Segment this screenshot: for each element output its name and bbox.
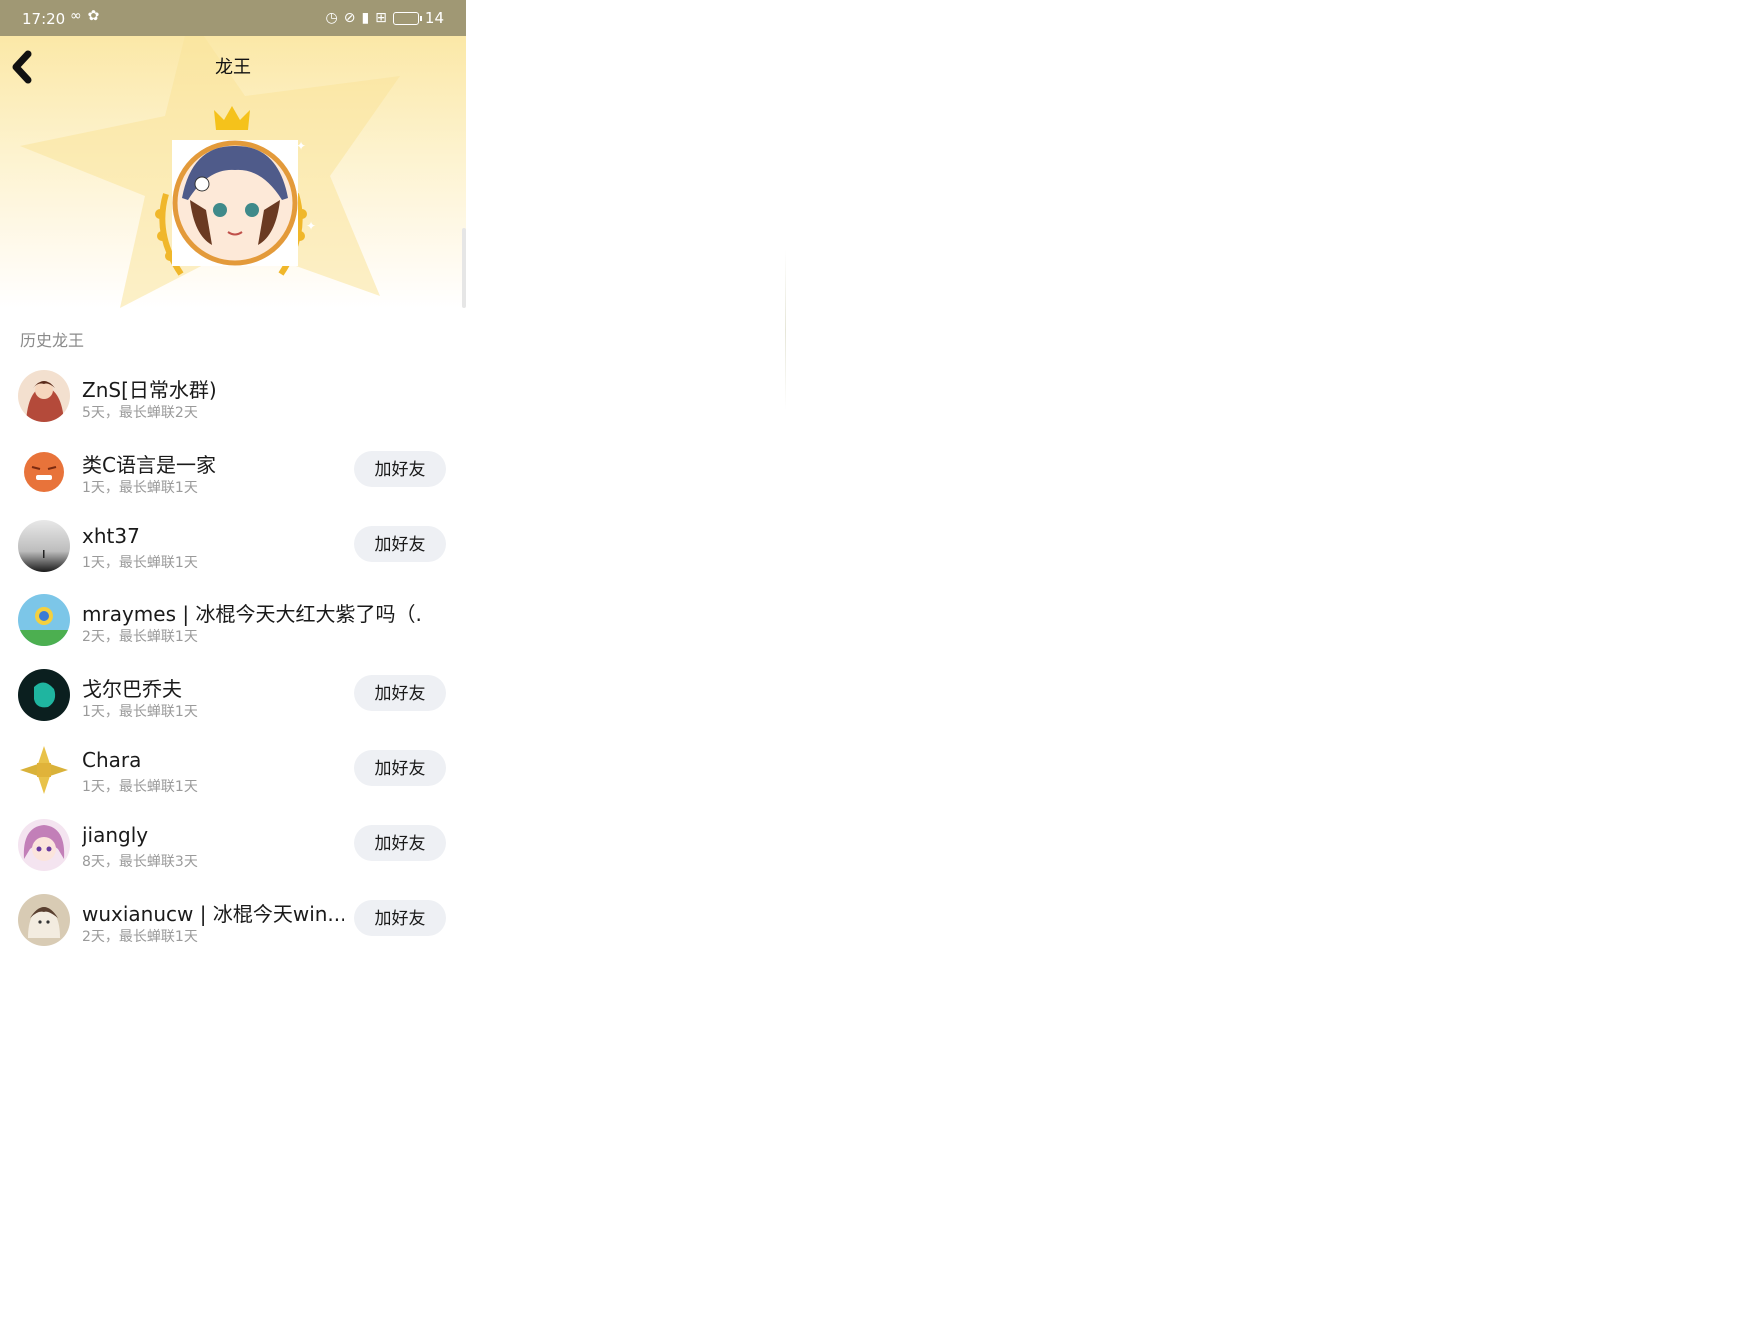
- battery-icon: [392, 11, 422, 25]
- add-friend-button[interactable]: 加好友: [354, 825, 446, 861]
- user-avatar[interactable]: [18, 370, 70, 422]
- crown-icon: [214, 106, 250, 130]
- user-meta: 1天，最长蝉联1天: [82, 555, 198, 571]
- infinity-icon: ∞: [70, 8, 82, 24]
- faint-divider: [785, 250, 786, 410]
- user-name: jiangly: [82, 823, 149, 847]
- list-item[interactable]: Chara 1天，最长蝉联1天 加好友: [0, 740, 466, 814]
- dragon-king-avatar[interactable]: [172, 140, 298, 266]
- user-meta: 1天，最长蝉联1天: [82, 779, 198, 795]
- status-bar: 17:20 ∞ ✿ ◷ ⊘ ▮ ⊞ 14: [0, 0, 466, 36]
- user-meta: 2天，最长蝉联1天: [82, 929, 198, 945]
- user-name: ZnS[日常水群): [82, 378, 217, 402]
- user-name: wuxianucw | 冰棍今天win...: [82, 902, 344, 926]
- user-name: 戈尔巴乔夫: [82, 677, 182, 701]
- page-title: 龙王: [215, 57, 251, 78]
- user-avatar[interactable]: [18, 744, 70, 796]
- user-meta: 8天，最长蝉联3天: [82, 854, 198, 870]
- user-avatar[interactable]: [18, 520, 70, 572]
- status-right-icons: ◷ ⊘ ▮ ⊞ 14: [326, 9, 445, 27]
- list-item[interactable]: ZnS[日常水群) 5天，最长蝉联2天: [0, 366, 466, 440]
- avatar-portrait-icon: [172, 140, 298, 266]
- list-item[interactable]: 戈尔巴乔夫 1天，最长蝉联1天 加好友: [0, 665, 466, 739]
- battery-level: 14: [424, 9, 444, 27]
- list-item[interactable]: mraymes | 冰棍今天大红大紫了吗（... 2天，最长蝉联1天: [0, 590, 466, 664]
- add-friend-button[interactable]: 加好友: [354, 451, 446, 487]
- alarm-icon: ◷: [325, 10, 338, 26]
- user-avatar[interactable]: [18, 445, 70, 497]
- list-item[interactable]: wuxianucw | 冰棍今天win... 2天，最长蝉联1天 加好友: [0, 890, 466, 960]
- user-name: mraymes | 冰棍今天大红大紫了吗（...: [82, 602, 422, 626]
- history-section-label: 历史龙王: [20, 331, 85, 350]
- header-banner: 龙王 ✦ ✦: [0, 36, 466, 308]
- user-meta: 2天，最长蝉联1天: [82, 629, 198, 645]
- list-item[interactable]: xht37 1天，最长蝉联1天 加好友: [0, 516, 466, 590]
- user-avatar[interactable]: [18, 819, 70, 871]
- svg-text:✦: ✦: [306, 219, 316, 233]
- user-name: 类C语言是一家: [82, 453, 216, 477]
- dragon-king-avatar-frame[interactable]: ✦ ✦: [146, 104, 316, 304]
- status-time: 17:20: [22, 10, 66, 28]
- user-avatar[interactable]: [18, 894, 70, 946]
- list-item[interactable]: jiangly 8天，最长蝉联3天 加好友: [0, 815, 466, 889]
- mute-icon: ⊘: [343, 10, 356, 26]
- user-meta: 1天，最长蝉联1天: [82, 480, 198, 496]
- add-friend-button[interactable]: 加好友: [354, 526, 446, 562]
- user-name: xht37: [82, 524, 140, 548]
- list-item[interactable]: 类C语言是一家 1天，最长蝉联1天 加好友: [0, 441, 466, 515]
- user-meta: 1天，最长蝉联1天: [82, 704, 198, 720]
- user-avatar[interactable]: [18, 669, 70, 721]
- user-name: Chara: [82, 748, 142, 772]
- status-left-icons: ∞ ✿: [70, 8, 99, 24]
- add-friend-button[interactable]: 加好友: [354, 750, 446, 786]
- add-friend-button[interactable]: 加好友: [354, 675, 446, 711]
- phone-screen: 17:20 ∞ ✿ ◷ ⊘ ▮ ⊞ 14 龙王 ✦ ✦ 历史龙王 ZnS[日常水…: [0, 0, 466, 960]
- hd-icon: ⊞: [375, 10, 387, 26]
- screen: 17:20 ∞ ✿ ◷ ⊘ ▮ ⊞ 14 龙王 ✦ ✦ 历史龙王 ZnS[日常水…: [0, 0, 1762, 1332]
- user-meta: 5天，最长蝉联2天: [82, 405, 198, 421]
- scroll-indicator[interactable]: [462, 228, 466, 308]
- app-icon: ✿: [87, 8, 100, 24]
- signal-icon: ▮: [361, 10, 370, 26]
- user-avatar[interactable]: [18, 594, 70, 646]
- add-friend-button[interactable]: 加好友: [354, 900, 446, 936]
